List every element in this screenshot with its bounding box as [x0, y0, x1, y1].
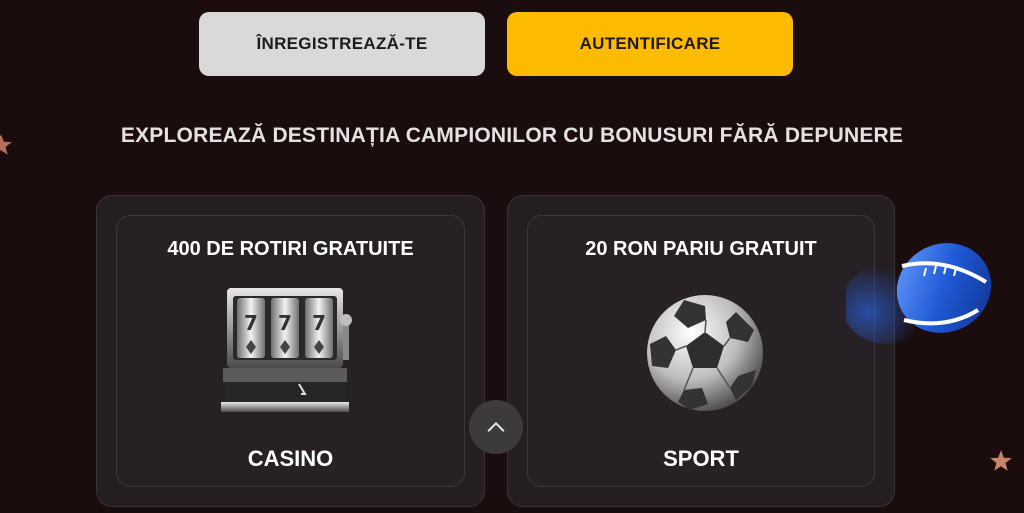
svg-text:7: 7 — [312, 311, 326, 335]
svg-text:7: 7 — [244, 311, 258, 335]
star-icon — [0, 134, 12, 155]
star-icon — [990, 450, 1012, 471]
casino-card[interactable]: 400 DE ROTIRI GRATUITE 7 7 7 CASINO — [96, 195, 485, 507]
sport-category-label: SPORT — [663, 446, 739, 471]
soccer-ball-icon — [647, 295, 763, 411]
sport-card[interactable]: 20 RON PARIU GRATUIT SPORT — [507, 195, 895, 507]
section-headline: EXPLOREAZĂ DESTINAȚIA CAMPIONILOR CU BON… — [120, 124, 904, 147]
login-button-label: AUTENTIFICARE — [579, 34, 721, 53]
casino-bonus-title: 400 DE ROTIRI GRATUITE — [167, 238, 414, 260]
rugby-ball-icon — [846, 243, 992, 344]
sport-bonus-title: 20 RON PARIU GRATUIT — [585, 238, 817, 260]
register-button[interactable]: ÎNREGISTREAZĂ-TE — [199, 12, 485, 76]
sport-card-inner: 20 RON PARIU GRATUIT SPORT — [527, 215, 875, 487]
svg-text:7: 7 — [278, 311, 292, 335]
login-button[interactable]: AUTENTIFICARE — [507, 12, 793, 76]
casino-card-inner: 400 DE ROTIRI GRATUITE 7 7 7 CASINO — [116, 215, 465, 487]
chevron-up-icon — [487, 422, 505, 432]
slot-machine-icon: 7 7 7 — [221, 288, 352, 412]
scroll-to-top-button[interactable] — [469, 400, 523, 454]
casino-category-label: CASINO — [247, 446, 334, 471]
register-button-label: ÎNREGISTREAZĂ-TE — [256, 34, 428, 53]
